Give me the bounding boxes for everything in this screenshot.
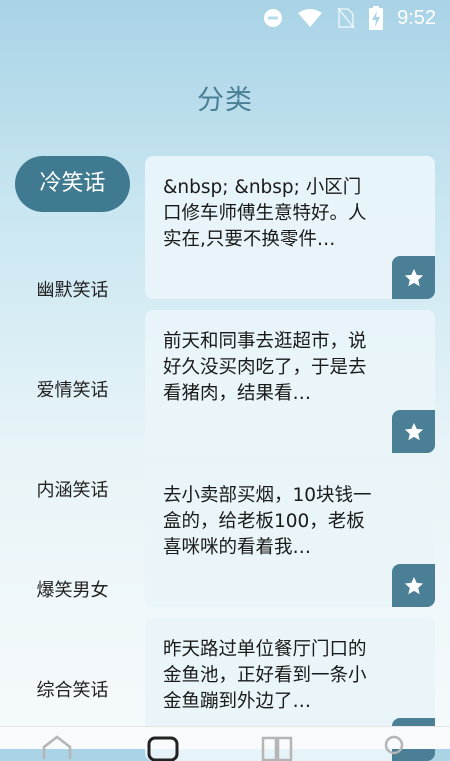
bottom-nav xyxy=(0,726,450,761)
page-title: 分类 xyxy=(197,85,253,116)
joke-text: 去小卖部买烟，10块钱一盒的，给老板100，老板喜咪咪的看着我… xyxy=(163,485,372,558)
no-sim-icon xyxy=(337,7,355,29)
category-icon[interactable] xyxy=(146,735,180,761)
book-icon[interactable] xyxy=(260,735,294,761)
category-cold-jokes[interactable]: 冷笑话 xyxy=(15,156,130,212)
favorite-button[interactable] xyxy=(392,410,435,453)
category-innuendo-jokes[interactable]: 内涵笑话 xyxy=(0,476,145,502)
star-icon xyxy=(404,576,423,594)
category-love-jokes[interactable]: 爱情笑话 xyxy=(0,376,145,402)
joke-card[interactable]: &nbsp; &nbsp; 小区门口修车师傅生意特好。人实在,只要不换零件… xyxy=(145,156,435,299)
category-general-jokes[interactable]: 综合笑话 xyxy=(0,676,145,702)
wifi-icon xyxy=(298,9,323,27)
clock: 9:52 xyxy=(397,6,436,29)
favorite-button[interactable] xyxy=(392,564,435,607)
status-bar: 9:52 xyxy=(0,0,450,36)
category-humor-jokes[interactable]: 幽默笑话 xyxy=(0,276,145,302)
joke-text: &nbsp; &nbsp; 小区门口修车师傅生意特好。人实在,只要不换零件… xyxy=(163,177,367,250)
joke-card[interactable]: 去小卖部买烟，10块钱一盒的，给老板100，老板喜咪咪的看着我… xyxy=(145,464,435,607)
favorite-button[interactable] xyxy=(392,256,435,299)
battery-charging-icon xyxy=(369,6,384,30)
star-icon xyxy=(404,422,423,440)
joke-text: 前天和同事去逛超市，说好久没买肉吃了，于是去看猪肉，结果看… xyxy=(163,331,367,404)
joke-card[interactable]: 前天和同事去逛超市，说好久没买肉吃了，于是去看猪肉，结果看… xyxy=(145,310,435,453)
do-not-disturb-icon xyxy=(264,9,283,27)
home-icon[interactable] xyxy=(40,735,74,761)
category-funny-men-women[interactable]: 爆笑男女 xyxy=(0,576,145,602)
profile-icon[interactable] xyxy=(377,735,411,761)
star-icon xyxy=(404,268,423,286)
joke-text: 昨天路过单位餐厅门口的金鱼池，正好看到一条小金鱼蹦到外边了… xyxy=(163,639,367,712)
